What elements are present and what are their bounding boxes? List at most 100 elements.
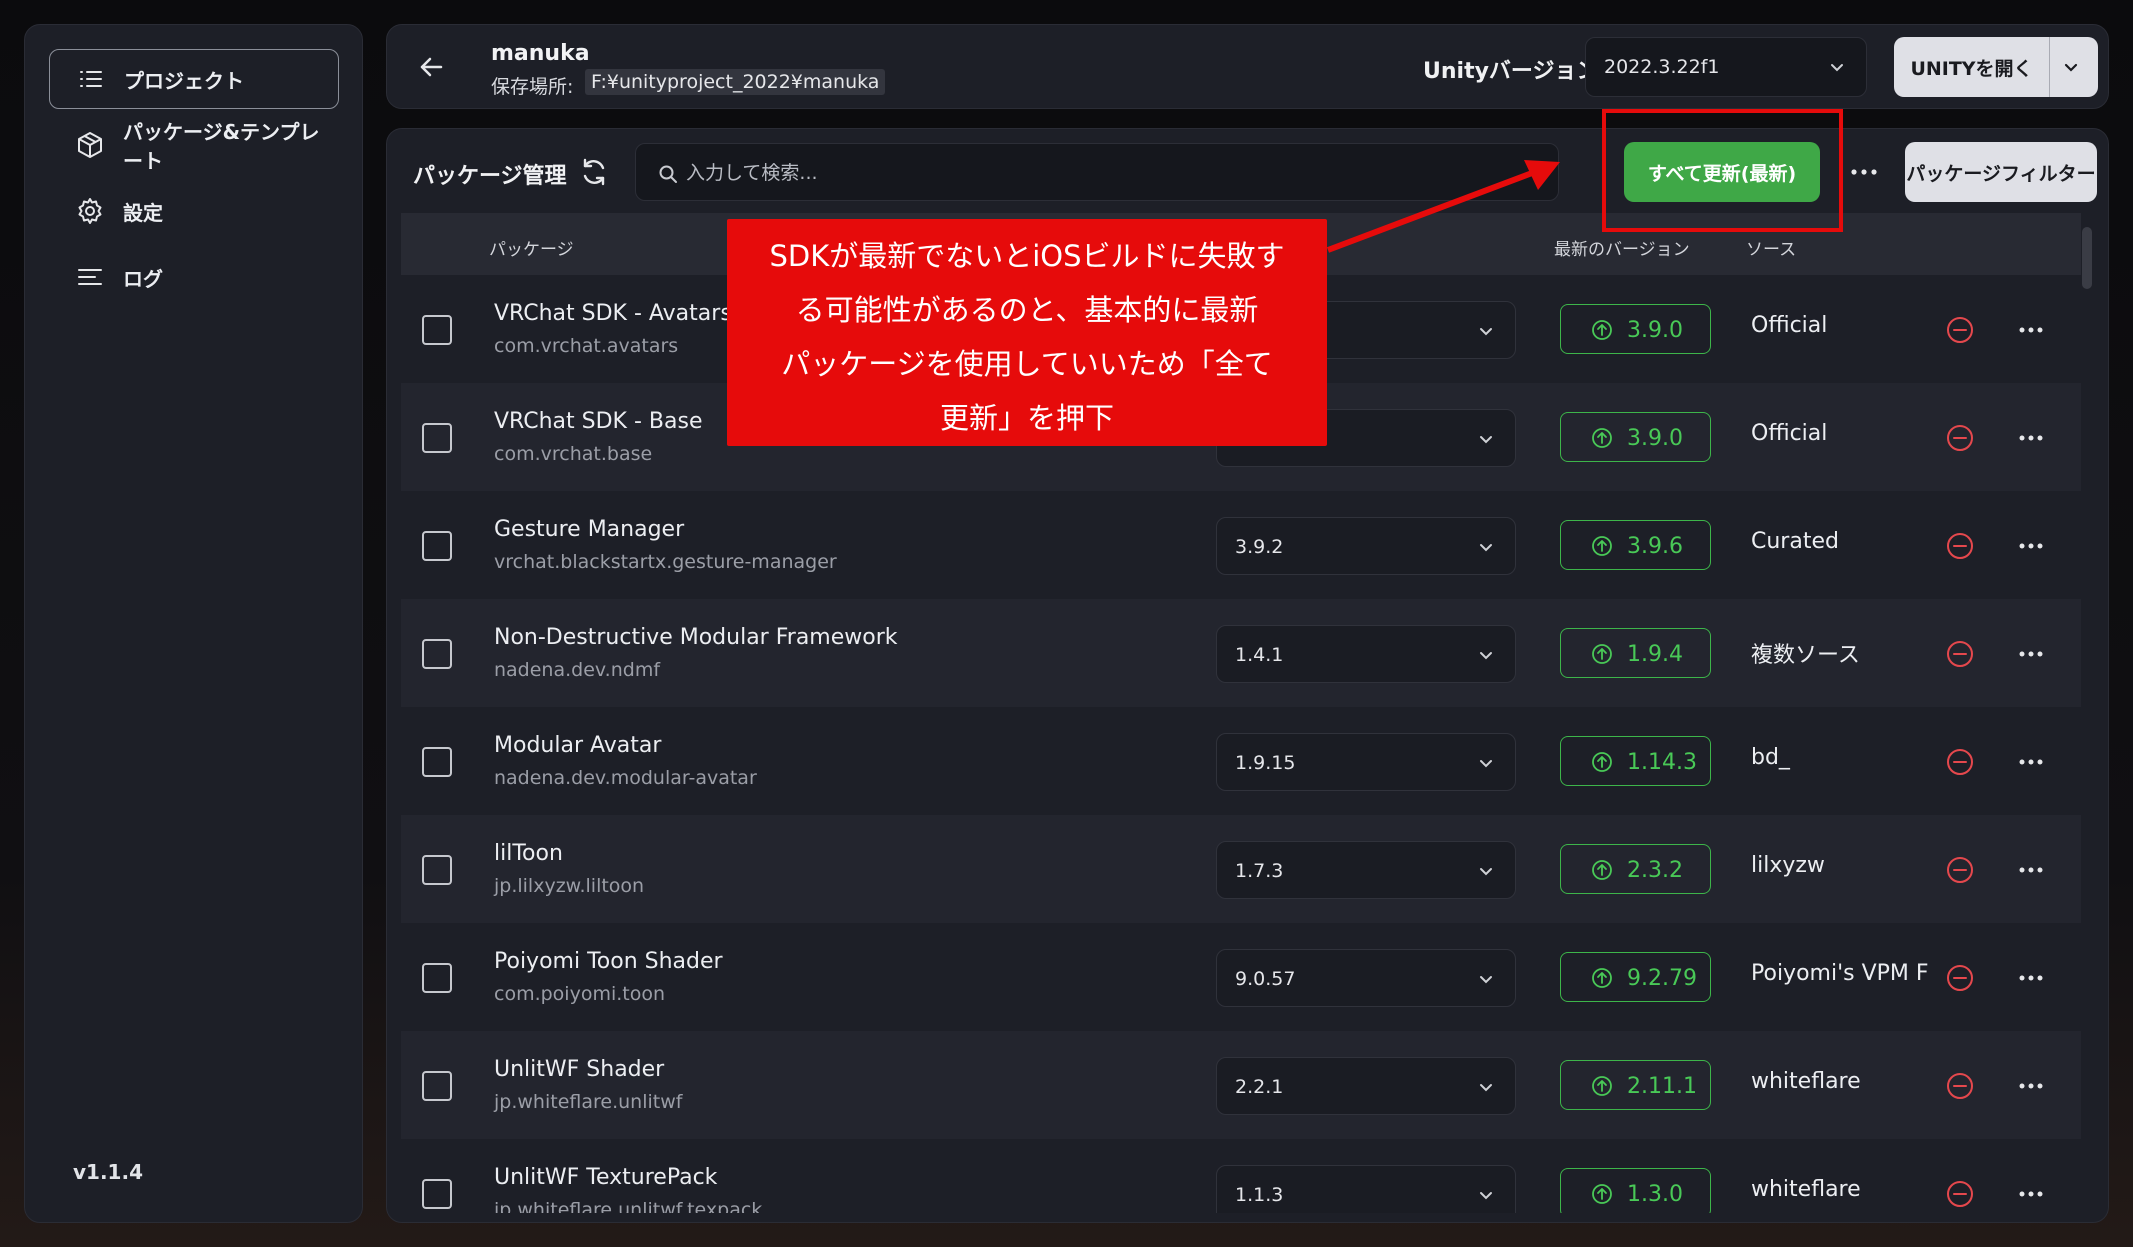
latest-version-button[interactable]: 9.2.79 [1560, 952, 1711, 1002]
more-options-icon[interactable] [2015, 1179, 2047, 1209]
row-checkbox[interactable] [422, 1071, 452, 1101]
more-options-icon[interactable] [2015, 1071, 2047, 1101]
row-checkbox[interactable] [422, 423, 452, 453]
column-header-latest: 最新のバージョン [1554, 240, 1690, 260]
chevron-down-icon [1480, 1084, 1492, 1092]
package-icon [78, 132, 102, 158]
row-checkbox[interactable] [422, 963, 452, 993]
row-checkbox[interactable] [422, 1179, 452, 1209]
remove-icon[interactable] [1945, 315, 1975, 345]
chevron-down-icon[interactable] [2062, 58, 2080, 76]
unity-version-select[interactable]: 2022.3.22f1 [1585, 37, 1867, 97]
chevron-down-icon [1831, 64, 1843, 72]
row-checkbox[interactable] [422, 315, 452, 345]
remove-icon[interactable] [1945, 639, 1975, 669]
latest-version-button[interactable]: 2.11.1 [1560, 1060, 1711, 1110]
sidebar-item-projects[interactable]: プロジェクト [49, 49, 339, 109]
installed-version-value: 1.4.1 [1235, 644, 1284, 666]
latest-version-value: 2.11.1 [1627, 1074, 1697, 1099]
installed-version-select[interactable]: 3.9.2 [1216, 517, 1516, 575]
chevron-down-icon [1480, 652, 1492, 660]
more-options-icon[interactable] [1846, 155, 1882, 189]
unity-version-value: 2022.3.22f1 [1604, 56, 1720, 78]
package-source: Poiyomi's VPM F [1751, 961, 1929, 986]
package-id: com.vrchat.base [494, 443, 653, 465]
latest-version-button[interactable]: 3.9.6 [1560, 520, 1711, 570]
package-id: jp.whiteflare.unlitwf.texpack [494, 1199, 763, 1213]
latest-version-button[interactable]: 2.3.2 [1560, 844, 1711, 894]
latest-version-value: 3.9.0 [1627, 426, 1683, 451]
installed-version-select[interactable]: 9.0.57 [1216, 949, 1516, 1007]
package-source: whiteflare [1751, 1069, 1861, 1094]
button-divider [2049, 37, 2050, 97]
table-row: Non-Destructive Modular Framework nadena.… [401, 599, 2081, 707]
back-arrow-icon[interactable] [415, 51, 447, 83]
remove-icon[interactable] [1945, 531, 1975, 561]
more-options-icon[interactable] [2015, 315, 2047, 345]
row-checkbox[interactable] [422, 855, 452, 885]
more-options-icon[interactable] [2015, 963, 2047, 993]
remove-icon[interactable] [1945, 1071, 1975, 1101]
remove-icon[interactable] [1945, 747, 1975, 777]
table-row: Modular Avatar nadena.dev.modular-avatar 1… [401, 707, 2081, 815]
package-source: Curated [1751, 529, 1839, 554]
more-options-icon[interactable] [2015, 531, 2047, 561]
installed-version-select[interactable]: 2.2.1 [1216, 1057, 1516, 1115]
chevron-down-icon [1480, 328, 1492, 336]
package-id: nadena.dev.modular-avatar [494, 767, 757, 789]
latest-version-button[interactable]: 1.14.3 [1560, 736, 1711, 786]
table-row: Poiyomi Toon Shader com.poiyomi.toon 9.0.5… [401, 923, 2081, 1031]
list-icon [80, 71, 102, 87]
row-checkbox[interactable] [422, 639, 452, 669]
installed-version-select[interactable]: 1.1.3 [1216, 1165, 1516, 1213]
sidebar-item-packages[interactable]: パッケージ&テンプレート [49, 115, 339, 175]
row-checkbox[interactable] [422, 531, 452, 561]
scrollbar-thumb[interactable] [2082, 227, 2092, 289]
latest-version-value: 1.3.0 [1627, 1182, 1683, 1207]
package-name: UnlitWF TexturePack [494, 1165, 718, 1190]
more-options-icon[interactable] [2015, 423, 2047, 453]
more-options-icon[interactable] [2015, 639, 2047, 669]
latest-version-value: 3.9.6 [1627, 534, 1683, 559]
annotation-line: SDKが最新でないとiOSビルドに失敗す [769, 239, 1285, 273]
installed-version-select[interactable]: 1.9.15 [1216, 733, 1516, 791]
package-name: Non-Destructive Modular Framework [494, 625, 898, 650]
remove-icon[interactable] [1945, 855, 1975, 885]
remove-icon[interactable] [1945, 1179, 1975, 1209]
latest-version-button[interactable]: 3.9.0 [1560, 412, 1711, 462]
open-unity-button[interactable]: UNITYを開く [1894, 37, 2098, 97]
latest-version-value: 9.2.79 [1627, 966, 1697, 991]
more-options-icon[interactable] [2015, 747, 2047, 777]
table-row: lilToon jp.lilxyzw.liltoon 1.7.3 2.3.2 lilxy… [401, 815, 2081, 923]
sidebar-item-logs[interactable]: ログ [49, 247, 339, 307]
chevron-down-icon [1480, 976, 1492, 984]
sidebar: プロジェクト パッケージ&テンプレート 設定 ログ v1.1.4 [24, 24, 363, 1223]
arrow-up-circle-icon [1592, 428, 1612, 448]
latest-version-button[interactable]: 3.9.0 [1560, 304, 1711, 354]
refresh-icon[interactable] [577, 155, 611, 189]
installed-version-select[interactable]: 1.7.3 [1216, 841, 1516, 899]
project-path: F:¥unityproject_2022¥manuka [585, 69, 886, 95]
search-icon [659, 165, 677, 183]
sidebar-item-label: パッケージ&テンプレート [123, 120, 320, 173]
package-source: Official [1751, 313, 1828, 338]
installed-version-select[interactable]: 1.4.1 [1216, 625, 1516, 683]
annotation-line: る可能性があるのと、基本的に最新 [795, 293, 1259, 327]
latest-version-value: 1.9.4 [1627, 642, 1683, 667]
arrow-up-circle-icon [1592, 644, 1612, 664]
package-id: nadena.dev.ndmf [494, 659, 661, 681]
latest-version-button[interactable]: 1.9.4 [1560, 628, 1711, 678]
remove-icon[interactable] [1945, 423, 1975, 453]
package-filter-button[interactable]: パッケージフィルター [1905, 142, 2097, 202]
package-id: jp.lilxyzw.liltoon [494, 875, 645, 897]
panel-title: パッケージ管理 [413, 164, 567, 189]
row-checkbox[interactable] [422, 747, 452, 777]
unity-version-label: Unityバージョン: [1423, 59, 1608, 84]
sidebar-item-settings[interactable]: 設定 [49, 181, 339, 241]
installed-version-value: 1.7.3 [1235, 860, 1284, 882]
latest-version-button[interactable]: 1.3.0 [1560, 1168, 1711, 1213]
installed-version-value: 3.9.2 [1235, 536, 1284, 558]
more-options-icon[interactable] [2015, 855, 2047, 885]
remove-icon[interactable] [1945, 963, 1975, 993]
sidebar-item-label: プロジェクト [124, 68, 244, 93]
